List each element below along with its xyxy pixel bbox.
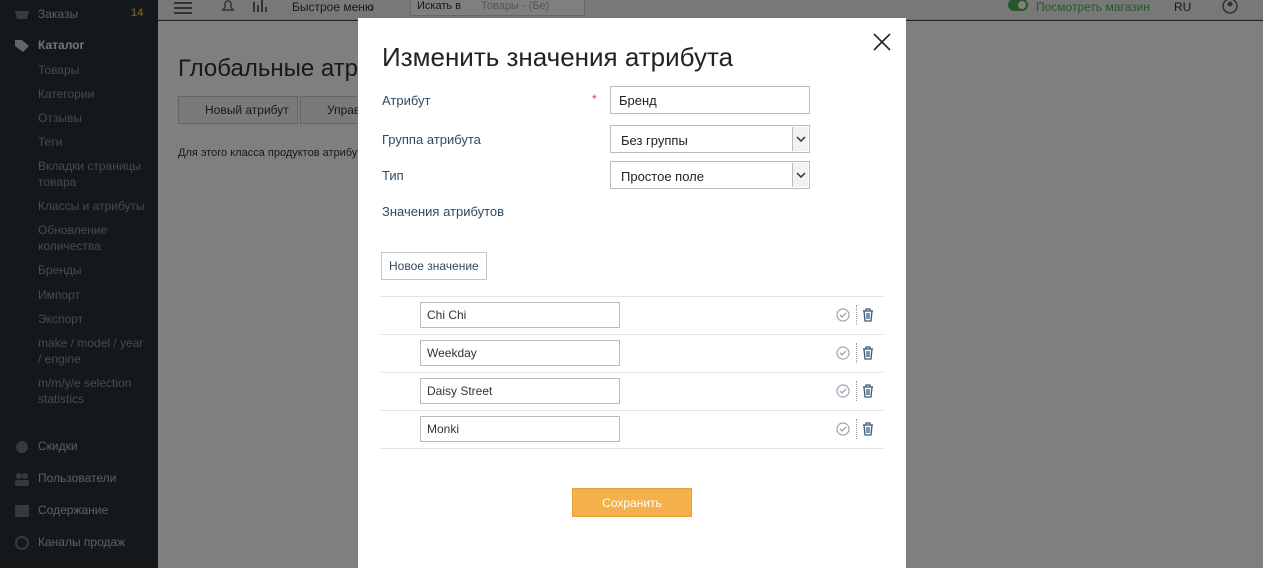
chevron-down-icon bbox=[796, 172, 806, 178]
value-row bbox=[381, 297, 883, 335]
values-list bbox=[381, 296, 883, 449]
divider bbox=[856, 305, 857, 325]
check-icon[interactable] bbox=[836, 422, 850, 436]
value-row bbox=[381, 411, 883, 449]
attribute-values-label: Значения атрибутов bbox=[382, 204, 505, 219]
value-input[interactable] bbox=[420, 416, 620, 442]
value-input[interactable] bbox=[420, 378, 620, 404]
check-icon[interactable] bbox=[836, 384, 850, 398]
close-icon[interactable] bbox=[870, 30, 894, 54]
divider bbox=[856, 419, 857, 439]
save-button[interactable]: Сохранить bbox=[572, 488, 692, 517]
select-value: Простое поле bbox=[621, 169, 704, 184]
required-marker: * bbox=[592, 92, 597, 106]
attribute-name-input[interactable] bbox=[610, 86, 810, 114]
value-input[interactable] bbox=[420, 340, 620, 366]
divider bbox=[856, 343, 857, 363]
edit-attribute-modal: Изменить значения атрибута Атрибут * Гру… bbox=[358, 18, 906, 568]
dropdown-arrow[interactable] bbox=[792, 163, 808, 187]
attribute-group-select[interactable]: Без группы bbox=[610, 125, 810, 153]
value-input[interactable] bbox=[420, 302, 620, 328]
check-icon[interactable] bbox=[836, 308, 850, 322]
modal-title: Изменить значения атрибута bbox=[382, 42, 734, 72]
check-icon[interactable] bbox=[836, 346, 850, 360]
type-label: Тип bbox=[382, 168, 404, 183]
chevron-down-icon bbox=[796, 136, 806, 142]
type-select[interactable]: Простое поле bbox=[610, 161, 810, 189]
select-value: Без группы bbox=[621, 133, 688, 148]
new-value-button[interactable]: Новое значение bbox=[381, 252, 487, 280]
trash-icon[interactable] bbox=[862, 346, 874, 360]
trash-icon[interactable] bbox=[862, 308, 874, 322]
value-row bbox=[381, 373, 883, 411]
divider bbox=[856, 381, 857, 401]
trash-icon[interactable] bbox=[862, 422, 874, 436]
dropdown-arrow[interactable] bbox=[792, 127, 808, 151]
attribute-label: Атрибут bbox=[382, 93, 431, 108]
value-row bbox=[381, 335, 883, 373]
trash-icon[interactable] bbox=[862, 384, 874, 398]
attribute-group-label: Группа атрибута bbox=[382, 132, 481, 147]
